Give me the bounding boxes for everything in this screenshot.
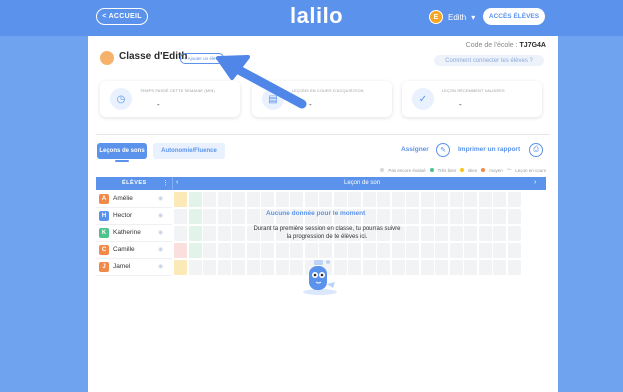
annotation-arrow xyxy=(216,55,307,109)
